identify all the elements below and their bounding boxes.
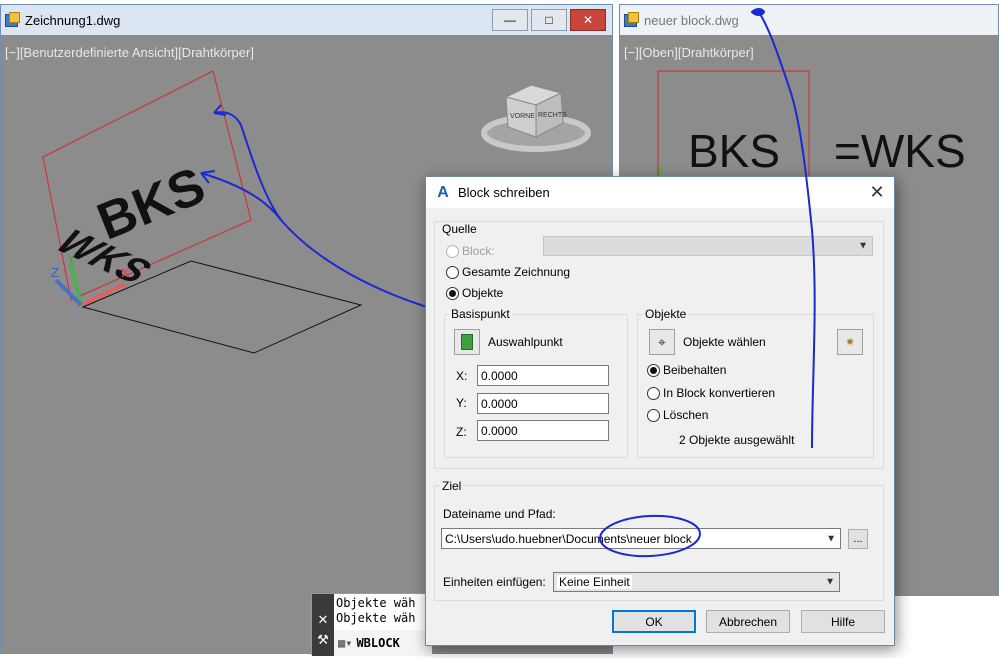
quick-select-button[interactable]: ✷ [837, 329, 863, 355]
z-label: Z: [456, 425, 467, 439]
basispunkt-group-label: Basispunkt [449, 307, 512, 321]
radio-button-checked [647, 363, 660, 377]
selected-count-text: 2 Objekte ausgewählt [679, 433, 795, 447]
quelle-group-label: Quelle [440, 222, 479, 236]
cancel-button[interactable]: Abbrechen [706, 610, 790, 633]
axis-x-label: X [121, 265, 130, 280]
path-value: C:\Users\udo.huebner\Documents\neuer blo… [445, 531, 692, 546]
bks-label: BKS [90, 157, 214, 252]
pick-point-button[interactable] [454, 329, 480, 355]
close-icon[interactable]: ✕ [312, 612, 334, 628]
autocad-logo-icon: A [437, 183, 449, 201]
command-line-toolbar: ✕ ⚒ [312, 594, 334, 656]
select-objects-button[interactable]: ⌖ [649, 329, 675, 355]
radio-gesamte-label: Gesamte Zeichnung [462, 265, 571, 279]
units-value: Keine Einheit [557, 575, 632, 589]
chevron-down-icon: ▼ [825, 576, 835, 588]
dialog-title: Block schreiben [458, 185, 550, 200]
radio-block[interactable]: Block: [446, 244, 495, 258]
axis-y-label: Y [67, 251, 76, 266]
path-label: Dateiname und Pfad: [443, 507, 556, 521]
ok-button[interactable]: OK [612, 610, 696, 633]
command-history-line: Objekte wäh [336, 596, 416, 610]
command-input[interactable]: ▩▾ WBLOCK [334, 630, 432, 656]
block-schreiben-dialog: A Block schreiben ✕ Quelle Block: ▼ Gesa… [425, 176, 895, 646]
path-combo[interactable]: C:\Users\udo.huebner\Documents\neuer blo… [441, 528, 841, 549]
x-field[interactable]: 0.0000 [477, 365, 609, 386]
command-prompt-icon[interactable]: ▩▾ [338, 636, 352, 650]
annotation-wks: =WKS [834, 125, 966, 177]
radio-beibehalten-label: Beibehalten [663, 363, 727, 377]
command-input-text: WBLOCK [356, 636, 400, 650]
quick-select-icon: ✷ [844, 335, 856, 349]
radio-objekte-label: Objekte [462, 286, 504, 300]
radio-button [647, 386, 660, 400]
command-line[interactable]: ✕ ⚒ Objekte wäh Objekte wäh ▩▾ WBLOCK [311, 593, 432, 656]
dialog-titlebar[interactable]: A Block schreiben ✕ [426, 177, 894, 208]
objekte-group-label: Objekte [643, 307, 689, 321]
radio-gesamte-zeichnung[interactable]: Gesamte Zeichnung [446, 265, 570, 279]
close-icon[interactable]: ✕ [864, 180, 890, 204]
y-label: Y: [456, 396, 467, 410]
units-combo[interactable]: Keine Einheit ▼ [553, 572, 840, 592]
x-label: X: [456, 369, 468, 383]
crosshair-icon: ⌖ [658, 333, 666, 350]
radio-loeschen-label: Löschen [663, 408, 709, 422]
radio-button-checked [446, 286, 459, 300]
axis-x-line [80, 282, 126, 307]
radio-loeschen[interactable]: Löschen [647, 408, 708, 422]
radio-konvertieren-label: In Block konvertieren [663, 386, 776, 400]
block-name-combo[interactable]: ▼ [543, 236, 873, 256]
annotation-bks: BKS [688, 125, 780, 177]
radio-button [446, 265, 459, 279]
radio-button [647, 408, 660, 422]
chevron-down-icon: ▼ [826, 533, 836, 544]
browse-button[interactable]: ... [848, 529, 868, 549]
pick-point-icon [461, 334, 473, 350]
radio-objekte[interactable]: Objekte [446, 286, 503, 300]
units-label: Einheiten einfügen: [443, 575, 546, 589]
command-history-line: Objekte wäh [336, 611, 416, 625]
viewcube-front-label: VORNE [510, 113, 535, 120]
help-button[interactable]: Hilfe [801, 610, 885, 633]
y-field[interactable]: 0.0000 [477, 393, 609, 414]
z-field[interactable]: 0.0000 [477, 420, 609, 441]
radio-beibehalten[interactable]: Beibehalten [647, 363, 726, 377]
ziel-group-label: Ziel [440, 479, 464, 493]
chevron-down-icon: ▼ [858, 240, 868, 252]
axis-z-label: Z [51, 265, 59, 280]
pick-point-label: Auswahlpunkt [488, 335, 563, 349]
viewcube[interactable]: VORNE RECHTS [481, 84, 591, 152]
viewcube-right-label: RECHTS [538, 112, 567, 119]
radio-in-block-konvertieren[interactable]: In Block konvertieren [647, 386, 775, 400]
wrench-icon[interactable]: ⚒ [312, 632, 334, 648]
radio-block-label: Block: [462, 244, 495, 258]
annotation-stroke-frame [213, 111, 282, 221]
select-objects-label: Objekte wählen [683, 335, 766, 349]
radio-button [446, 244, 459, 258]
